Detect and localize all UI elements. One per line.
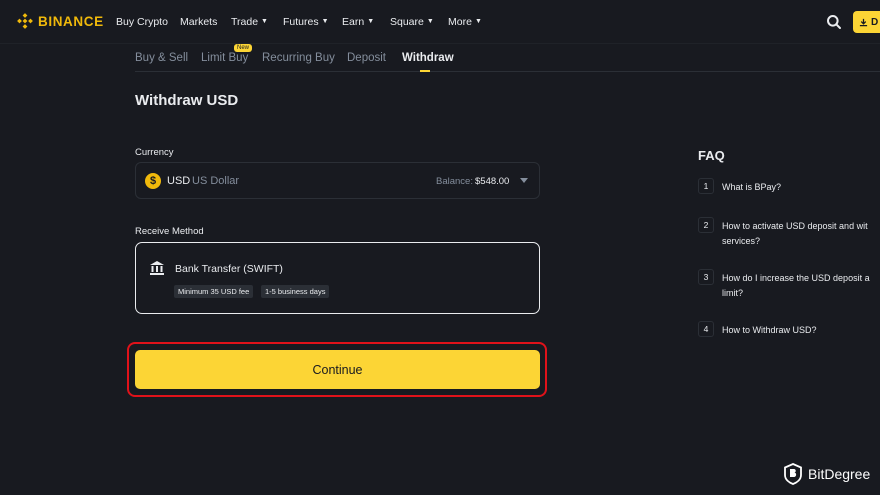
chevron-down-icon: ▼ xyxy=(474,17,482,25)
tab-deposit[interactable]: Deposit xyxy=(347,52,386,64)
page-title: Withdraw USD xyxy=(135,92,239,109)
new-badge: New xyxy=(234,44,253,52)
chevron-down-icon: ▼ xyxy=(261,17,268,25)
faq-question: How do I increase the USD deposit a limi… xyxy=(722,273,870,298)
nav-item-futures[interactable]: Futures ▼ xyxy=(283,16,342,28)
chevron-down-icon: ▼ xyxy=(321,17,329,25)
nav-item-buy-crypto[interactable]: Buy Crypto xyxy=(116,16,180,28)
faq-question: How to Withdraw USD? xyxy=(722,325,817,335)
currency-name: US Dollar xyxy=(192,175,240,187)
nav-item-label: Buy Crypto xyxy=(116,16,168,28)
nav-item-markets[interactable]: Markets xyxy=(180,16,231,28)
receive-method-option[interactable]: Bank Transfer (SWIFT) Minimum 35 USD fee… xyxy=(135,242,540,314)
tab-limit-buy[interactable]: Limit Buy xyxy=(201,52,248,64)
watermark-text: BitDegree xyxy=(808,466,871,482)
faq-number: 3 xyxy=(698,269,714,285)
faq-number: 2 xyxy=(698,217,714,233)
main-nav: Buy Crypto Markets Trade ▼ Futures ▼ Earn ▼ Squa… xyxy=(116,16,488,28)
currency-label: Currency xyxy=(135,147,174,158)
method-name: Bank Transfer (SWIFT) xyxy=(175,263,283,275)
faq-question: How to activate USD deposit and wit serv… xyxy=(722,221,868,246)
nav-item-trade[interactable]: Trade ▼ xyxy=(231,16,283,28)
download-icon xyxy=(859,18,868,26)
faq-title: FAQ xyxy=(698,148,725,163)
faq-number: 1 xyxy=(698,178,714,194)
tab-buy-sell[interactable]: Buy & Sell xyxy=(135,52,188,64)
bitdegree-logo-icon xyxy=(784,463,802,485)
download-button[interactable]: D xyxy=(853,11,880,33)
nav-item-label: Markets xyxy=(180,16,218,28)
currency-select[interactable]: $ USD US Dollar Balance: $548.00 xyxy=(135,162,540,199)
duration-tag: 1-5 business days xyxy=(261,285,330,298)
sub-nav: Buy & Sell Limit Buy Recurring Buy Depos… xyxy=(135,52,880,72)
bank-icon xyxy=(150,261,164,275)
top-navbar: BINANCE Buy Crypto Markets Trade ▼ Futures ▼ E… xyxy=(0,0,880,44)
nav-item-label: Trade xyxy=(231,16,259,28)
chevron-down-icon: ▼ xyxy=(367,17,375,25)
balance-value: $548.00 xyxy=(475,176,510,187)
search-icon[interactable] xyxy=(826,14,842,30)
balance-label: Balance: xyxy=(436,176,473,187)
nav-item-label: Earn xyxy=(342,16,365,28)
binance-logo[interactable]: BINANCE xyxy=(17,13,104,29)
tab-recurring-buy[interactable]: Recurring Buy xyxy=(262,52,335,64)
chevron-down-icon xyxy=(520,178,528,183)
nav-item-label: Futures xyxy=(283,16,319,28)
fee-tag: Minimum 35 USD fee xyxy=(174,285,254,298)
nav-item-label: More xyxy=(448,16,472,28)
active-tab-indicator xyxy=(420,70,430,72)
nav-item-label: Square xyxy=(390,16,424,28)
continue-button[interactable]: Continue xyxy=(135,350,540,389)
currency-code: USD xyxy=(167,175,191,187)
chevron-down-icon: ▼ xyxy=(426,17,434,25)
faq-question: What is BPay? xyxy=(722,182,782,192)
nav-item-more[interactable]: More ▼ xyxy=(448,16,488,28)
tab-withdraw[interactable]: Withdraw xyxy=(402,52,454,64)
brand-name: BINANCE xyxy=(38,13,104,29)
nav-item-earn[interactable]: Earn ▼ xyxy=(342,16,390,28)
receive-method-label: Receive Method xyxy=(135,226,204,237)
binance-logo-icon xyxy=(17,13,33,29)
nav-item-square[interactable]: Square ▼ xyxy=(390,16,448,28)
faq-number: 4 xyxy=(698,321,714,337)
bitdegree-watermark: BitDegree xyxy=(784,463,870,485)
dollar-coin-icon: $ xyxy=(145,173,161,189)
download-label: D xyxy=(871,16,879,28)
